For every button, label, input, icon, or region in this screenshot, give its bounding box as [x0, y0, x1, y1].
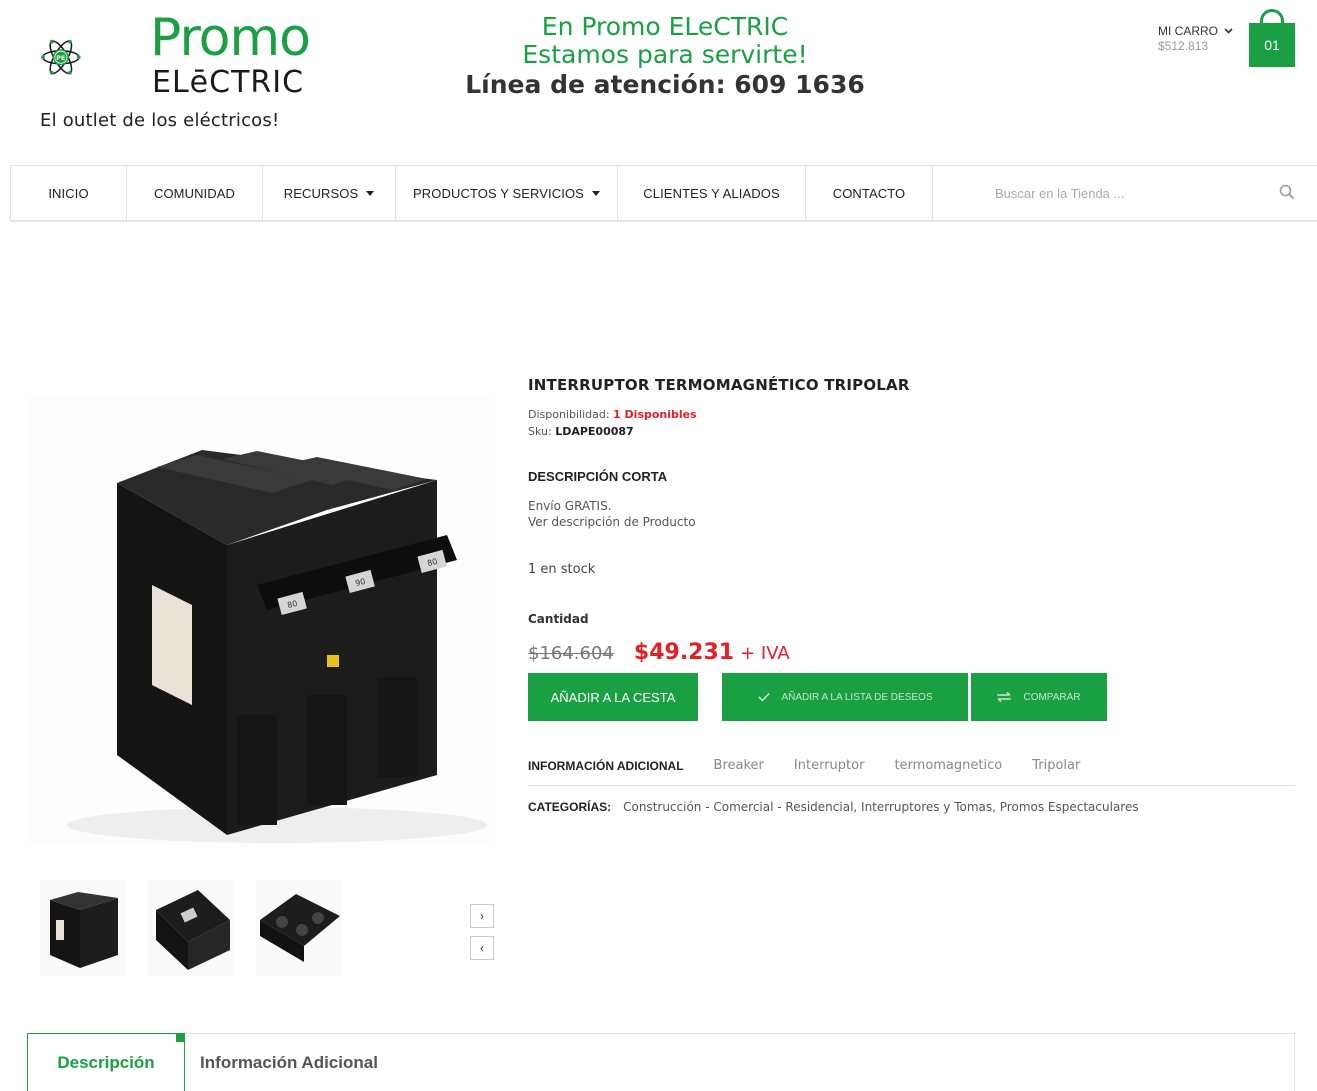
nav-item-productos[interactable]: PRODUCTOS Y SERVICIOS — [395, 166, 617, 221]
product-thumbnail[interactable] — [256, 880, 342, 976]
caret-down-icon — [591, 191, 600, 196]
chevron-down-icon — [1224, 28, 1233, 34]
tab-additional-info[interactable]: Información Adicional — [189, 1034, 389, 1091]
add-to-wishlist-label: AÑADIR A LA LISTA DE DESEOS — [781, 691, 933, 703]
tag-link[interactable]: Breaker — [714, 758, 764, 773]
tag-link[interactable]: termomagnetico — [894, 758, 1002, 773]
product-tags: INFORMACIÓN ADICIONAL Breaker Interrupto… — [528, 758, 1295, 786]
tab-description[interactable]: Descripción — [27, 1033, 185, 1091]
thumbnail-prev-button[interactable]: ‹ — [470, 936, 494, 960]
nav-item-label: COMUNIDAD — [153, 186, 236, 201]
tags-heading: INFORMACIÓN ADICIONAL — [528, 758, 684, 773]
product-actions: AÑADIR A LA CESTA AÑADIR A LA LISTA DE D… — [528, 673, 1107, 721]
header-contact-block: En Promo ELeCTRIC Estamos para servirte!… — [440, 12, 890, 101]
thumbnail-next-button[interactable]: › — [470, 904, 494, 928]
logo-wordmark-promo: Promo — [150, 8, 311, 68]
search-icon[interactable] — [1279, 184, 1295, 200]
compare-label: COMPARAR — [1023, 691, 1081, 703]
nav-item-label: RECURSOS — [283, 186, 359, 201]
product-thumbnails — [40, 880, 342, 976]
stock-status: 1 en stock — [528, 562, 596, 577]
tab-label: Información Adicional — [200, 1053, 378, 1072]
nav-item-label: CONTACTO — [832, 186, 906, 201]
nav-item-label: CLIENTES Y ALIADOS — [643, 186, 780, 201]
add-to-cart-button[interactable]: AÑADIR A LA CESTA — [528, 673, 698, 721]
product-tabs: Descripción Información Adicional — [27, 1033, 1295, 1091]
price-row: $164.604 $49.231 + IVA — [528, 640, 790, 665]
check-icon — [757, 692, 770, 702]
product-categories: CATEGORÍAS: Construcción - Comercial - R… — [528, 800, 1139, 814]
svg-text:PE: PE — [56, 54, 65, 62]
search-box — [932, 166, 1317, 221]
nav-item-comunidad[interactable]: COMUNIDAD — [126, 166, 262, 221]
nav-item-recursos[interactable]: RECURSOS — [262, 166, 395, 221]
product-meta: Disponibilidad: 1 Disponibles Sku: LDAPE… — [528, 404, 1298, 442]
short-description: Envío GRATIS. Ver descripción de Product… — [528, 498, 696, 530]
product-thumbnail[interactable] — [148, 880, 234, 976]
chevron-right-icon: › — [480, 909, 484, 923]
short-description-heading: DESCRIPCIÓN CORTA — [528, 469, 668, 484]
tab-label: Descripción — [57, 1053, 155, 1072]
categories-heading: CATEGORÍAS: — [528, 800, 612, 814]
tax-suffix: + IVA — [740, 643, 790, 664]
search-input[interactable] — [995, 186, 1255, 201]
quantity-label: Cantidad — [528, 612, 589, 626]
cart-count: 01 — [1249, 23, 1295, 67]
short-description-link[interactable]: Ver descripción de Producto — [528, 514, 696, 530]
cart-label: MI CARRO — [1158, 24, 1218, 38]
logo-atom-icon: PE — [41, 39, 81, 75]
product-title: INTERRUPTOR TERMOMAGNÉTICO TRIPOLAR — [528, 376, 910, 394]
cart-bag-button[interactable]: 01 — [1249, 9, 1295, 67]
header-subgreeting: Estamos para servirte! — [522, 40, 808, 69]
compare-arrows-icon — [997, 692, 1012, 702]
caret-down-icon — [366, 191, 375, 196]
cart-total: $512.813 — [1158, 39, 1209, 53]
categories-links[interactable]: Construcción - Comercial - Residencial, … — [623, 800, 1139, 814]
header-phone: Línea de atención: 609 1636 — [465, 70, 865, 99]
logo-tagline: El outlet de los eléctricos! — [40, 110, 280, 131]
add-to-cart-label: AÑADIR A LA CESTA — [550, 689, 676, 705]
nav-item-label: INICIO — [48, 186, 89, 201]
tag-link[interactable]: Interruptor — [794, 758, 865, 773]
nav-item-label: PRODUCTOS Y SERVICIOS — [413, 186, 584, 201]
nav-item-inicio[interactable]: INICIO — [10, 166, 126, 221]
old-price: $164.604 — [528, 643, 614, 664]
tag-link[interactable]: Tripolar — [1032, 758, 1080, 773]
chevron-left-icon: ‹ — [480, 941, 484, 955]
short-description-line: Envío GRATIS. — [528, 499, 612, 513]
logo-wordmark-electric: ELēCTRIC — [152, 65, 305, 100]
mini-cart[interactable]: MI CARRO $512.813 — [1158, 24, 1233, 53]
compare-button[interactable]: COMPARAR — [971, 673, 1107, 721]
sale-price: $49.231 — [633, 640, 735, 665]
nav-item-contacto[interactable]: CONTACTO — [805, 166, 932, 221]
availability-label: Disponibilidad: — [528, 408, 610, 421]
product-info: INTERRUPTOR TERMOMAGNÉTICO TRIPOLAR Disp… — [528, 376, 1298, 814]
main-nav: INICIO COMUNIDAD RECURSOS PRODUCTOS Y SE… — [10, 165, 1317, 222]
sku-label: Sku: — [528, 425, 552, 438]
nav-item-clientes[interactable]: CLIENTES Y ALIADOS — [617, 166, 805, 221]
add-to-wishlist-button[interactable]: AÑADIR A LA LISTA DE DESEOS — [722, 673, 968, 721]
sku-value: LDAPE00087 — [555, 425, 634, 438]
product-thumbnail[interactable] — [40, 880, 126, 976]
product-main-image[interactable]: 80 90 80 — [27, 395, 495, 845]
availability-value: 1 Disponibles — [613, 408, 697, 421]
header-greeting: En Promo ELeCTRIC — [541, 12, 789, 41]
